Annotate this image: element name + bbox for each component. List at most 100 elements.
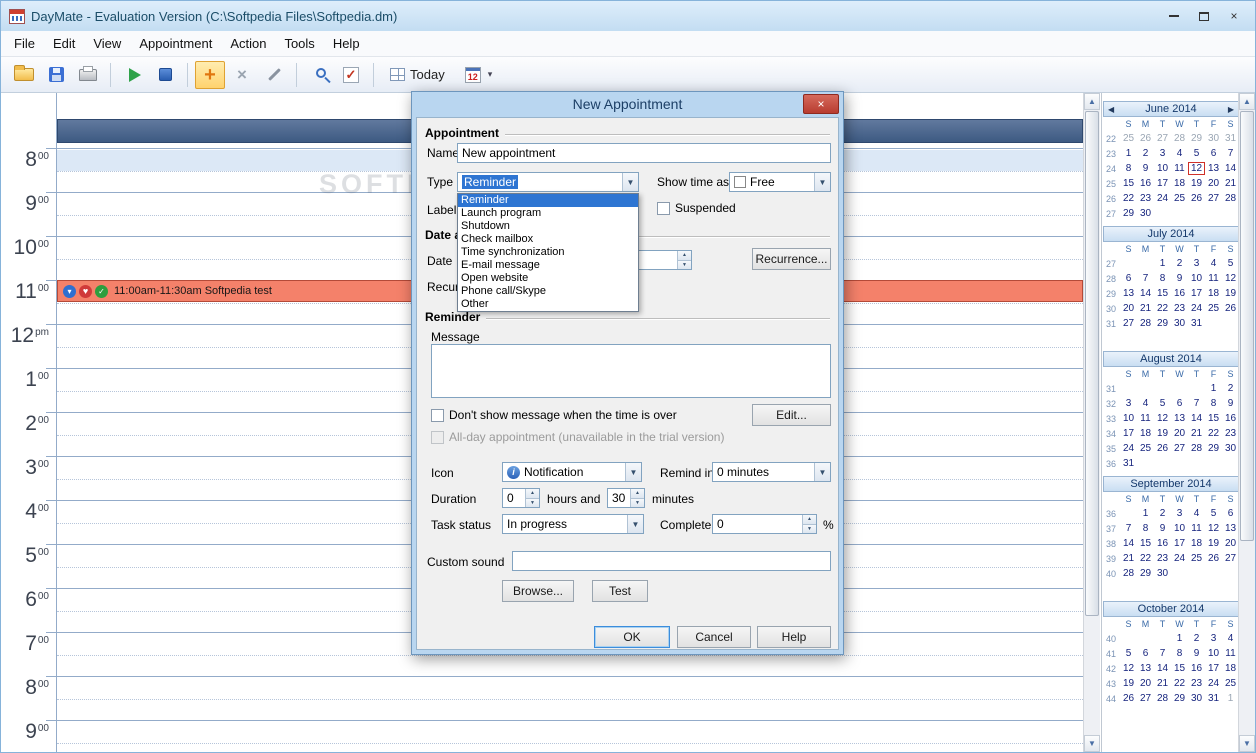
- mini-day[interactable]: 14: [1188, 413, 1205, 424]
- mini-day[interactable]: 13: [1171, 413, 1188, 424]
- menu-item-appointment[interactable]: Appointment: [130, 33, 221, 54]
- duration-minutes-stepper[interactable]: 30 ▲ ▼: [607, 488, 645, 508]
- menu-item-file[interactable]: File: [5, 33, 44, 54]
- type-option-4[interactable]: Time synchronization: [458, 246, 638, 259]
- mini-day[interactable]: 12: [1188, 162, 1206, 175]
- mini-day[interactable]: 22: [1171, 678, 1188, 689]
- mini-day[interactable]: 18: [1188, 538, 1205, 549]
- mini-day[interactable]: 12: [1120, 663, 1137, 674]
- mini-day[interactable]: 15: [1205, 413, 1222, 424]
- mini-day[interactable]: 8: [1154, 273, 1171, 284]
- show-time-as-combobox[interactable]: Free ▼: [729, 172, 831, 192]
- mini-day[interactable]: 11: [1188, 523, 1205, 534]
- ok-button[interactable]: OK: [594, 626, 670, 648]
- type-combobox[interactable]: Reminder ▼: [457, 172, 639, 192]
- help-button[interactable]: Help: [757, 626, 831, 648]
- mini-day[interactable]: 1: [1171, 633, 1188, 644]
- mini-day[interactable]: 26: [1222, 303, 1239, 314]
- mini-day[interactable]: 19: [1120, 678, 1137, 689]
- mini-day[interactable]: 28: [1222, 193, 1239, 204]
- mini-day[interactable]: 17: [1154, 178, 1171, 189]
- mini-day[interactable]: 28: [1188, 443, 1205, 454]
- mini-day[interactable]: 27: [1222, 553, 1239, 564]
- type-option-1[interactable]: Launch program: [458, 207, 638, 220]
- mini-day[interactable]: 15: [1154, 288, 1171, 299]
- mini-day[interactable]: 13: [1222, 523, 1239, 534]
- mini-day[interactable]: 29: [1171, 693, 1188, 704]
- mini-day[interactable]: 15: [1137, 538, 1154, 549]
- mini-day[interactable]: 28: [1120, 568, 1137, 579]
- mini-day[interactable]: 6: [1205, 148, 1222, 159]
- mini-day[interactable]: 21: [1154, 678, 1171, 689]
- test-button[interactable]: Test: [592, 580, 648, 602]
- menu-item-view[interactable]: View: [84, 33, 130, 54]
- mini-day[interactable]: 29: [1120, 208, 1137, 219]
- mini-day[interactable]: 18: [1171, 178, 1188, 189]
- mini-day[interactable]: 9: [1171, 273, 1188, 284]
- mini-day[interactable]: 9: [1154, 523, 1171, 534]
- mini-day[interactable]: 21: [1120, 553, 1137, 564]
- mini-day[interactable]: 25: [1222, 678, 1239, 689]
- type-option-8[interactable]: Other: [458, 298, 638, 311]
- goto-date-button[interactable]: 12 ▾: [456, 61, 502, 89]
- mini-day[interactable]: 20: [1171, 428, 1188, 439]
- spin-up-icon[interactable]: ▲: [526, 489, 539, 498]
- mini-day[interactable]: 2: [1222, 383, 1239, 394]
- mini-day[interactable]: 7: [1154, 648, 1171, 659]
- mini-day[interactable]: 2: [1137, 148, 1154, 159]
- type-option-3[interactable]: Check mailbox: [458, 233, 638, 246]
- mini-day[interactable]: 31: [1188, 318, 1205, 329]
- mini-day[interactable]: 14: [1137, 288, 1154, 299]
- mini-day[interactable]: 21: [1137, 303, 1154, 314]
- mini-day[interactable]: 26: [1188, 193, 1205, 204]
- mini-day[interactable]: 27: [1171, 443, 1188, 454]
- mini-day[interactable]: 4: [1137, 398, 1154, 409]
- mini-day[interactable]: 18: [1137, 428, 1154, 439]
- mini-day[interactable]: 29: [1154, 318, 1171, 329]
- name-field[interactable]: [457, 143, 831, 163]
- recurrence-button[interactable]: Recurrence...: [752, 248, 831, 270]
- mini-day[interactable]: 7: [1120, 523, 1137, 534]
- mini-day[interactable]: 7: [1188, 398, 1205, 409]
- mini-day[interactable]: 21: [1188, 428, 1205, 439]
- mini-day[interactable]: 30: [1188, 693, 1205, 704]
- mini-day[interactable]: 5: [1154, 398, 1171, 409]
- mini-day[interactable]: 17: [1205, 663, 1222, 674]
- mini-day[interactable]: 16: [1171, 288, 1188, 299]
- spin-up-icon[interactable]: ▲: [631, 489, 644, 498]
- duration-hours-stepper[interactable]: 0 ▲ ▼: [502, 488, 540, 508]
- next-month-icon[interactable]: ▶: [1228, 105, 1234, 114]
- mini-day[interactable]: 1: [1137, 508, 1154, 519]
- mini-day[interactable]: 5: [1205, 508, 1222, 519]
- cancel-button[interactable]: Cancel: [677, 626, 751, 648]
- mini-day[interactable]: 25: [1205, 303, 1222, 314]
- mini-day[interactable]: 2: [1171, 258, 1188, 269]
- scroll-up-icon[interactable]: ▲: [1084, 93, 1100, 110]
- stop-button[interactable]: [150, 61, 180, 89]
- scroll-down-icon[interactable]: ▼: [1084, 735, 1100, 752]
- mini-day[interactable]: 16: [1137, 178, 1154, 189]
- mini-day[interactable]: 30: [1205, 133, 1222, 144]
- mini-day[interactable]: 8: [1137, 523, 1154, 534]
- mini-day[interactable]: 17: [1120, 428, 1137, 439]
- menu-item-action[interactable]: Action: [221, 33, 275, 54]
- mini-day[interactable]: 11: [1137, 413, 1154, 424]
- mini-day[interactable]: 30: [1154, 568, 1171, 579]
- remind-in-combobox[interactable]: 0 minutes ▼: [712, 462, 831, 482]
- mini-day[interactable]: 6: [1171, 398, 1188, 409]
- mini-day[interactable]: 9: [1137, 163, 1154, 174]
- mini-day[interactable]: 8: [1120, 163, 1137, 174]
- mini-day[interactable]: 14: [1154, 663, 1171, 674]
- start-button[interactable]: [118, 61, 148, 89]
- mini-day[interactable]: 28: [1171, 133, 1188, 144]
- tasks-button[interactable]: ✓: [336, 61, 366, 89]
- browse-button[interactable]: Browse...: [502, 580, 574, 602]
- mini-day[interactable]: 15: [1171, 663, 1188, 674]
- maximize-button[interactable]: [1189, 5, 1219, 27]
- mini-day[interactable]: 12: [1222, 273, 1239, 284]
- mini-day[interactable]: 1: [1120, 148, 1137, 159]
- prev-month-icon[interactable]: ◀: [1108, 105, 1114, 114]
- clear-button[interactable]: [259, 61, 289, 89]
- edit-button[interactable]: Edit...: [752, 404, 831, 426]
- open-button[interactable]: [9, 61, 39, 89]
